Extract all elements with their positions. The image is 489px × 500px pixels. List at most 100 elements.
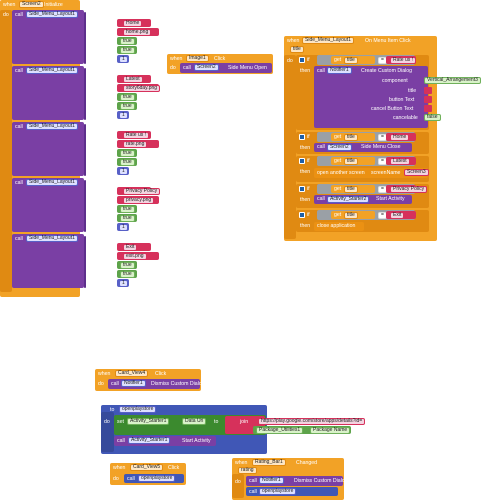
do-label: do (235, 479, 241, 485)
title-empty-text[interactable] (424, 87, 432, 94)
create-custom-dialog-label: Create Custom Dialog (361, 68, 413, 74)
package-name-dropdown[interactable]: Package Name (310, 426, 351, 434)
enabled-true[interactable]: true (120, 93, 135, 101)
side-menu-layout1-target[interactable]: Side_Menu_Layout1 (26, 67, 78, 74)
side-menu-layout1-target[interactable]: Side_Menu_Layout1 (26, 11, 78, 18)
when-label: when (287, 38, 300, 44)
side-menu-layout-dropdown[interactable]: Side_Menu_Layout1 (302, 37, 354, 44)
image1-dropdown[interactable]: Image1 (186, 55, 209, 62)
screen2-target[interactable]: Screen2 (194, 64, 219, 71)
mutator-gear-icon[interactable] (299, 134, 305, 140)
add-item-call[interactable] (12, 122, 84, 176)
side-menu-layout1-target[interactable]: Side_Menu_Layout1 (26, 123, 78, 130)
card-view5-dropdown[interactable]: Card_View5 (130, 464, 164, 471)
compare-value-text[interactable]: Exit (390, 211, 405, 219)
cancelable-arg-label: cancelable (393, 115, 418, 121)
mutator-gear-icon[interactable] (299, 212, 305, 218)
activity-starter1-target[interactable]: Activity_Starter1 (128, 437, 171, 444)
checked-true[interactable]: true (120, 46, 135, 54)
click-label: Click (155, 371, 167, 377)
get-label: get (334, 57, 342, 63)
side-menu-layout1-target[interactable]: Side_Menu_Layout1 (26, 179, 78, 186)
title-var-dropdown[interactable]: title (344, 133, 358, 141)
openplaystore-target[interactable]: openplaystore (138, 475, 176, 482)
title-text[interactable]: Latest (123, 75, 143, 83)
screen2-dropdown[interactable]: Screen2 (19, 1, 44, 8)
checked-true[interactable]: true (120, 270, 135, 278)
data-uri-dropdown[interactable]: Data Uri (182, 418, 207, 425)
checked-true[interactable]: true (120, 102, 135, 110)
add-item-label: Add Item (90, 180, 111, 186)
do-label: do (98, 381, 104, 387)
click-label: Click (214, 56, 226, 62)
side-menu-open-label: Side Menu Open (228, 65, 267, 71)
notifier1-target[interactable]: Notifier1 (327, 67, 352, 74)
activity-starter1-dropdown[interactable]: Activity_Starter1 (127, 418, 170, 425)
title-text[interactable]: Home (123, 19, 143, 27)
card-view4-dropdown[interactable]: Card_View4 (115, 370, 149, 377)
join-label: join (240, 419, 249, 425)
play-store-url-text[interactable]: https://play.google.com/store/apps/detai… (258, 418, 366, 425)
notifier1-target[interactable]: Notifier1 (121, 380, 146, 387)
side-menu-layout1-target[interactable]: Side_Menu_Layout1 (26, 235, 78, 242)
rating-bar1-dropdown[interactable]: Rating_Bar1 (252, 459, 286, 466)
cancel-button-text-empty[interactable] (424, 105, 432, 112)
screen2-initialize-do-spine (0, 10, 12, 292)
title-var-dropdown[interactable]: title (344, 56, 358, 64)
cancelable-false[interactable]: false (424, 114, 441, 121)
compare-value-text[interactable]: Latest (390, 157, 410, 165)
group-number[interactable]: 1 (119, 223, 128, 231)
mutator-gear-icon[interactable] (299, 186, 305, 192)
group-number[interactable]: 1 (119, 55, 128, 63)
title-var-dropdown[interactable]: title (344, 157, 358, 165)
group-number[interactable]: 1 (119, 167, 128, 175)
title-var-dropdown[interactable]: title (344, 211, 358, 219)
image-text[interactable]: privacy.png (123, 196, 155, 204)
package-utilities1-dropdown[interactable]: Package_Utilities1 (256, 426, 304, 434)
add-item-label: Add Item (90, 236, 111, 242)
title-var-dropdown[interactable]: title (344, 185, 358, 193)
button-text-empty[interactable] (424, 96, 432, 103)
add-item-call[interactable] (12, 178, 84, 232)
enabled-true[interactable]: true (120, 205, 135, 213)
compare-value-text[interactable]: Rate us ! (390, 56, 417, 64)
title-text[interactable]: Privacy Policy (123, 187, 161, 195)
mutator-gear-icon[interactable] (299, 57, 305, 63)
mutator-gear-icon[interactable] (299, 158, 305, 164)
group-number[interactable]: 1 (119, 111, 128, 119)
checked-arg-label: checked (92, 104, 112, 110)
openplaystore-target[interactable]: openplaystore (259, 488, 297, 495)
image-text[interactable]: rate.png (123, 140, 148, 148)
vertical-arrangement3-dropdown[interactable]: Vertical_Arrangement3 (424, 77, 481, 84)
image-text[interactable]: story6day.png (123, 84, 161, 92)
add-item-call[interactable] (12, 10, 84, 64)
group-number[interactable]: 1 (119, 279, 128, 287)
call-target[interactable]: Screen2 (327, 144, 352, 151)
add-item-label: Add Item (90, 12, 111, 18)
checked-true[interactable]: true (120, 158, 135, 166)
call-label: call (127, 476, 135, 482)
enabled-true[interactable]: true (120, 149, 135, 157)
when-label: when (113, 465, 126, 471)
checked-arg-label: checked (92, 272, 112, 278)
screen3-text[interactable]: Screen3 (404, 169, 429, 176)
checked-true[interactable]: true (120, 214, 135, 222)
title-text[interactable]: Exit (123, 243, 138, 251)
add-item-call[interactable] (12, 234, 84, 288)
start-activity-label: Start Activity (182, 438, 211, 444)
notifier1-target[interactable]: Notifier1 (259, 477, 284, 484)
then-label: then (300, 169, 311, 175)
add-item-call[interactable] (12, 66, 84, 120)
image-text[interactable]: home.png (123, 28, 152, 36)
compare-value-text[interactable]: Privacy Policy (390, 185, 428, 193)
do-label: do (287, 58, 293, 64)
call-label: call (183, 65, 191, 71)
enabled-true[interactable]: true (120, 261, 135, 269)
enabled-arg-label: enabled (92, 95, 111, 101)
procedure-name[interactable]: openplaystore (119, 406, 157, 413)
compare-value-text[interactable]: Home (390, 133, 410, 141)
title-text[interactable]: Rate us ! (123, 131, 150, 139)
image-text[interactable]: exit.png (123, 252, 147, 260)
call-target[interactable]: Activity_Starter2 (327, 196, 370, 203)
enabled-true[interactable]: true (120, 37, 135, 45)
